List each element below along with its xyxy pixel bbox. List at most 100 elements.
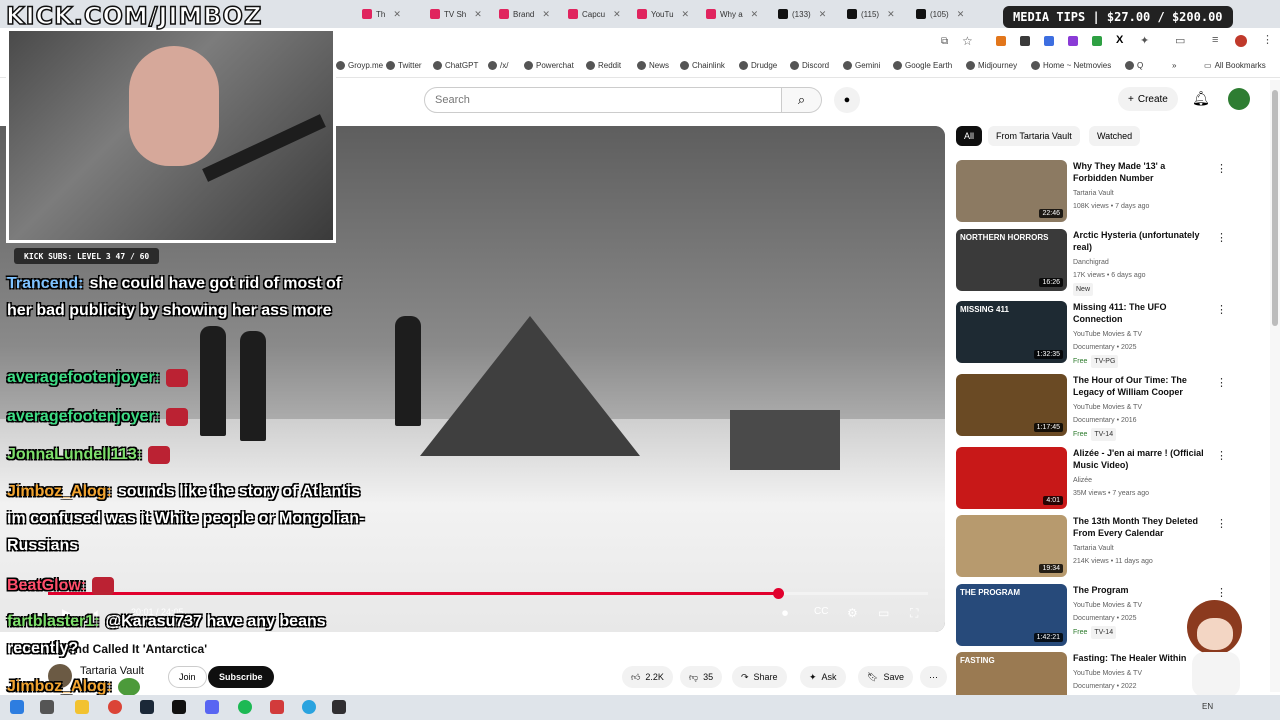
bookmark-item[interactable]: ChatGPT: [433, 61, 478, 70]
more-options-icon[interactable]: ⋮: [1216, 162, 1227, 175]
chrome-icon[interactable]: [108, 700, 122, 714]
browser-tab[interactable]: Brand ✕: [499, 4, 550, 24]
save-button[interactable]: 🔖︎ Save: [858, 666, 913, 688]
video-title[interactable]: The 13th Month They Deleted From Every C…: [1073, 515, 1211, 539]
bookmark-item[interactable]: Gemini: [843, 61, 880, 70]
create-button[interactable]: + Create: [1118, 87, 1178, 111]
video-thumbnail[interactable]: 4:01: [956, 447, 1067, 509]
recommended-video[interactable]: 1:17:45 The Hour of Our Time: The Legacy …: [956, 374, 1227, 441]
video-title[interactable]: Alizée - J'en ai marre ! (Official Music…: [1073, 447, 1211, 471]
more-options-icon[interactable]: ⋮: [1216, 303, 1227, 316]
bookmarks-overflow-chevron-icon[interactable]: »: [1172, 61, 1176, 70]
extension-dollar-icon[interactable]: [1092, 36, 1102, 46]
close-icon[interactable]: ✕: [393, 9, 401, 20]
browser-tab[interactable]: (115) ✕: [847, 4, 895, 24]
bookmark-item[interactable]: Discord: [790, 61, 829, 70]
dislike-button[interactable]: 👎︎ 35: [680, 666, 723, 688]
video-title[interactable]: The Hour of Our Time: The Legacy of Will…: [1073, 374, 1211, 398]
browser-tab[interactable]: (133) ✕: [778, 4, 826, 24]
fullscreen-icon[interactable]: ⛶: [910, 606, 918, 621]
red-app-icon[interactable]: [270, 700, 284, 714]
browser-menu-icon[interactable]: ⋮: [1262, 33, 1273, 46]
close-icon[interactable]: ✕: [819, 9, 827, 20]
close-icon[interactable]: ✕: [474, 9, 482, 20]
sidepanel-icon[interactable]: ▭: [1175, 34, 1185, 47]
bookmark-item[interactable]: Q: [1125, 61, 1143, 70]
video-thumbnail[interactable]: MISSING 411 1:32:35: [956, 301, 1067, 363]
close-icon[interactable]: ✕: [887, 9, 895, 20]
video-title[interactable]: Arctic Hysteria (unfortunately real): [1073, 229, 1211, 253]
close-icon[interactable]: ✕: [682, 9, 690, 20]
recommended-video[interactable]: 19:34 The 13th Month They Deleted From Ev…: [956, 515, 1227, 579]
browser-tab[interactable]: Th ✕: [362, 4, 401, 24]
more-actions-button[interactable]: ⋯: [920, 666, 947, 688]
steam-icon[interactable]: [140, 700, 154, 714]
bookmark-item[interactable]: Chainlink: [680, 61, 725, 70]
recommended-video[interactable]: MISSING 411 1:32:35 Missing 411: The UFO C…: [956, 301, 1227, 368]
windows-start-icon[interactable]: [10, 700, 24, 714]
browser-tab[interactable]: (105) ✕: [916, 4, 964, 24]
video-title[interactable]: Why They Made '13' a Forbidden Number: [1073, 160, 1211, 184]
close-icon[interactable]: ✕: [613, 9, 621, 20]
close-icon[interactable]: ✕: [542, 9, 550, 20]
browser-tab[interactable]: TV Sh ✕: [430, 4, 482, 24]
file-explorer-icon[interactable]: [75, 700, 89, 714]
bookmark-item[interactable]: Twitter: [386, 61, 422, 70]
obs-icon[interactable]: [332, 700, 346, 714]
video-thumbnail[interactable]: NORTHERN HORRORS 16:26: [956, 229, 1067, 291]
chip-all[interactable]: All: [956, 126, 983, 146]
channel-name[interactable]: Tartaria Vault: [1073, 187, 1213, 200]
video-thumbnail[interactable]: 19:34: [956, 515, 1067, 577]
cast-icon[interactable]: ⧉: [941, 36, 948, 47]
settings-gear-icon[interactable]: ⚙: [847, 606, 858, 620]
video-thumbnail[interactable]: 22:46: [956, 160, 1067, 222]
bookmark-item[interactable]: Drudge: [739, 61, 777, 70]
user-avatar[interactable]: [1228, 88, 1250, 110]
share-button[interactable]: ↷ Share: [732, 666, 787, 688]
ask-button[interactable]: ✦ Ask: [800, 666, 846, 688]
search-input[interactable]: Search: [424, 87, 782, 113]
notifications-bell-icon[interactable]: 🔔︎: [1192, 90, 1210, 107]
channel-name[interactable]: Danchigrad: [1073, 256, 1213, 269]
close-icon[interactable]: ✕: [751, 9, 759, 20]
recommended-video[interactable]: 4:01 Alizée - J'en ai marre ! (Official M…: [956, 447, 1227, 511]
terminal-icon[interactable]: [172, 700, 186, 714]
spotify-icon[interactable]: [238, 700, 252, 714]
extension-x-icon[interactable]: X: [1116, 34, 1123, 46]
extension-purple-icon[interactable]: [1068, 36, 1078, 46]
bookmark-item[interactable]: News: [637, 61, 669, 70]
captions-icon[interactable]: CC: [814, 606, 828, 617]
extensions-puzzle-icon[interactable]: ✦: [1140, 34, 1149, 47]
profile-icon[interactable]: [1235, 35, 1247, 47]
autoplay-toggle-icon[interactable]: ⏺: [782, 606, 788, 621]
more-options-icon[interactable]: ⋮: [1216, 449, 1227, 462]
browser-tab[interactable]: YouTu ✕: [637, 4, 689, 24]
scrollbar-thumb[interactable]: [1272, 90, 1278, 326]
bookmark-item[interactable]: Reddit: [586, 61, 621, 70]
telegram-icon[interactable]: [302, 700, 316, 714]
extension-metamask-icon[interactable]: [996, 36, 1006, 46]
recommended-video[interactable]: 22:46 Why They Made '13' a Forbidden Numb…: [956, 160, 1227, 224]
channel-name[interactable]: Tartaria Vault: [1073, 542, 1213, 555]
downloads-icon[interactable]: ≡: [1212, 34, 1218, 46]
recommended-video[interactable]: NORTHERN HORRORS 16:26 Arctic Hysteria (un…: [956, 229, 1227, 296]
bookmark-item[interactable]: /x/: [488, 61, 508, 70]
task-view-icon[interactable]: [40, 700, 54, 714]
page-scrollbar[interactable]: [1270, 80, 1280, 692]
chip-watched[interactable]: Watched: [1089, 126, 1141, 146]
browser-tab[interactable]: Capcu ✕: [568, 4, 621, 24]
bookmark-item[interactable]: Google Earth: [893, 61, 952, 70]
channel-name[interactable]: YouTube Movies & TV: [1073, 328, 1213, 341]
chip-from-tartaria-vault[interactable]: From Tartaria Vault: [988, 126, 1080, 146]
like-button[interactable]: 👍︎ 2.2K: [622, 666, 673, 688]
channel-name[interactable]: Alizée: [1073, 474, 1213, 487]
discord-icon[interactable]: [205, 700, 219, 714]
browser-tab[interactable]: Why a ✕: [706, 4, 758, 24]
extension-shield-icon[interactable]: [1020, 36, 1030, 46]
bookmark-item[interactable]: Midjourney: [966, 61, 1017, 70]
all-bookmarks-button[interactable]: ▭ All Bookmarks: [1204, 61, 1266, 70]
system-tray-language[interactable]: EN: [1202, 702, 1213, 711]
voice-search-button[interactable]: ●: [834, 87, 860, 113]
channel-name[interactable]: YouTube Movies & TV: [1073, 401, 1213, 414]
extension-audio-icon[interactable]: [1044, 36, 1054, 46]
